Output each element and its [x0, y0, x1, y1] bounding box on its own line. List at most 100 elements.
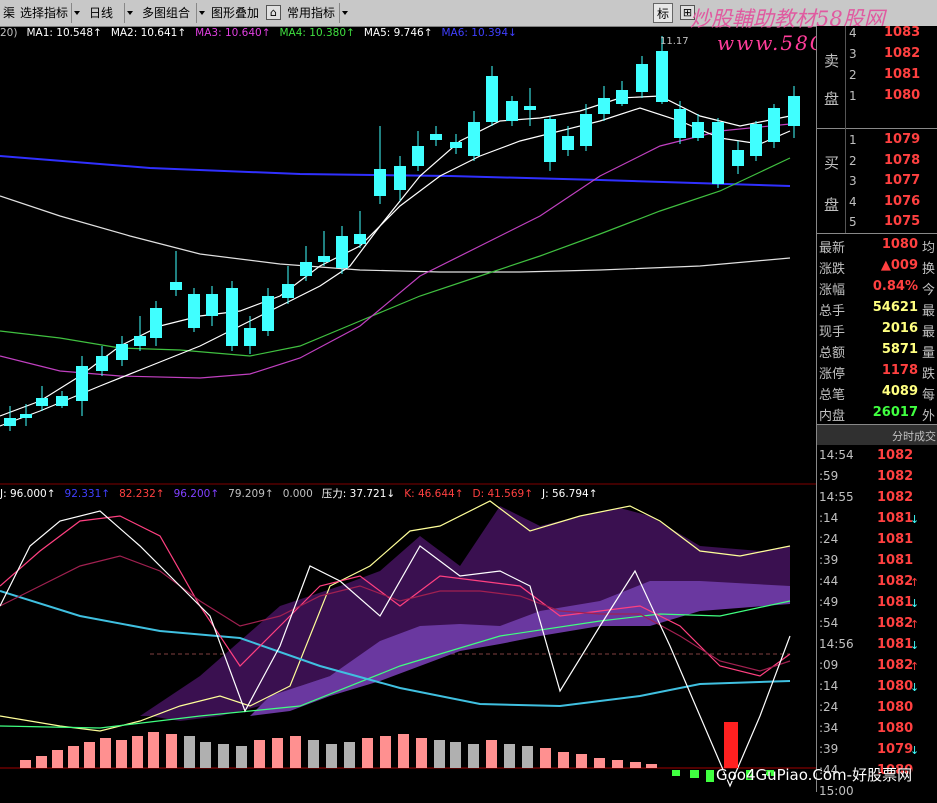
tick-row[interactable]: 15:00	[817, 782, 937, 803]
candle-body-down	[96, 356, 108, 371]
tick-row[interactable]: :44 1082 ↑	[817, 572, 937, 593]
tick-price: 1082	[877, 469, 914, 484]
ma3-line	[0, 123, 791, 379]
tick-time: 14:54	[819, 448, 854, 462]
stat-row[interactable]: 总笔 4089 每	[817, 382, 937, 403]
level-number: 3	[849, 47, 857, 61]
tick-direction: ↓	[910, 639, 920, 652]
stat-value: 2016	[881, 321, 918, 336]
ticks-header[interactable]: 分时成交	[817, 424, 937, 445]
tick-row[interactable]: :14 1081 ↓	[817, 509, 937, 530]
tick-direction: ↓	[910, 513, 920, 526]
select-indicator-button[interactable]: 选择指标	[17, 3, 71, 23]
candle-body-down	[450, 142, 462, 148]
tick-row[interactable]: 14:56 1081 ↓	[817, 635, 937, 656]
tick-row[interactable]: 14:54 1082	[817, 446, 937, 467]
tick-row[interactable]: :39 1079 ↓	[817, 740, 937, 761]
candle-body-down	[750, 124, 762, 156]
tick-time: :44	[819, 574, 839, 588]
candle-body-down	[244, 328, 256, 346]
common-indicator-button[interactable]: 常用指标	[284, 3, 338, 23]
chevron-down-icon[interactable]	[71, 3, 82, 23]
level-price: 1082	[884, 46, 921, 61]
tick-row[interactable]: :24 1081	[817, 530, 937, 551]
tick-time: :09	[819, 658, 839, 672]
tick-row[interactable]: :09 1082 ↑	[817, 656, 937, 677]
chevron-down-icon[interactable]	[196, 3, 207, 23]
tick-price: 1079	[877, 742, 914, 757]
stat-label: 内盘	[819, 409, 846, 424]
volume-bar	[380, 736, 391, 768]
candlestick-chart[interactable]: 11.17	[0, 26, 816, 792]
chevron-down-icon[interactable]	[339, 3, 350, 23]
tick-time: :49	[819, 595, 839, 609]
mark-button[interactable]: 标	[653, 3, 674, 23]
kdj-value: K: 46.644↑	[404, 488, 464, 500]
stat-value: ▲009	[880, 258, 918, 273]
stat-row[interactable]: 总额 5871 量	[817, 340, 937, 361]
tick-row[interactable]: :34 1080	[817, 719, 937, 740]
volume-bar	[362, 738, 373, 768]
chevron-down-icon[interactable]	[124, 3, 135, 23]
tick-row[interactable]: 14:55 1082	[817, 488, 937, 509]
tick-price: 1082	[877, 574, 914, 589]
daily-period-button[interactable]: 日线	[86, 3, 116, 23]
kdj-value: 82.232↑	[119, 488, 165, 500]
candle-body-down	[262, 296, 274, 331]
stat-value: 26017	[872, 405, 918, 420]
stat-row[interactable]: 涨停 1178 跌	[817, 361, 937, 382]
tick-price: 1081	[877, 511, 914, 526]
volume-bar	[468, 744, 479, 768]
stat-row[interactable]: 总手 54621 最	[817, 298, 937, 319]
candle-body-down	[788, 96, 800, 126]
volume-bar	[166, 734, 177, 768]
tick-row[interactable]: :24 1080	[817, 698, 937, 719]
stat-row[interactable]: 涨幅 0.84% 今	[817, 277, 937, 298]
tick-row[interactable]: :54 1082 ↑	[817, 614, 937, 635]
tick-time: :59	[819, 469, 839, 483]
level-price: 1083	[884, 25, 921, 40]
buy-level[interactable]: 1 1079	[817, 130, 937, 151]
stat-label: 现手	[819, 325, 846, 340]
stat-row[interactable]: 内盘 26017 外	[817, 403, 937, 424]
tick-price: 1081	[877, 595, 914, 610]
tick-time: 14:56	[819, 637, 854, 651]
stat-row[interactable]: 现手 2016 最	[817, 319, 937, 340]
stat-value: 4089	[881, 384, 918, 399]
level-number: 4	[849, 194, 857, 209]
ma1-line	[0, 95, 791, 427]
toolbar-fragment[interactable]: 渠	[0, 3, 18, 23]
sell-level[interactable]: 4 1083	[817, 23, 937, 44]
volume-bar	[630, 762, 641, 768]
buy-level[interactable]: 3 1077	[817, 171, 937, 192]
kdj-value: D: 41.569↑	[472, 488, 534, 500]
volume-bar	[20, 760, 31, 768]
stat-label: 总手	[819, 304, 846, 319]
tick-row[interactable]: :59 1082	[817, 467, 937, 488]
level-number: 2	[849, 68, 857, 82]
overlay-button[interactable]: 图形叠加	[208, 3, 262, 23]
candle-body-down	[616, 90, 628, 104]
candle-body-down	[394, 166, 406, 190]
candle-body-down	[412, 146, 424, 166]
tick-row[interactable]: :39 1081	[817, 551, 937, 572]
candle-body-down	[318, 256, 330, 262]
buy-level[interactable]: 5 1075	[817, 212, 937, 233]
volume-bar	[540, 748, 551, 768]
stat-right-label: 均	[922, 241, 936, 256]
stat-row[interactable]: 涨跌 ▲009 换	[817, 256, 937, 277]
lock-icon[interactable]: ⌂	[266, 5, 281, 20]
level-price: 1078	[884, 152, 921, 168]
candle-body-down	[636, 64, 648, 92]
level-number: 2	[849, 153, 857, 168]
tick-row[interactable]: :14 1080 ↓	[817, 677, 937, 698]
tick-row[interactable]: :49 1081 ↓	[817, 593, 937, 614]
kdj-value: J: 56.794↑	[542, 488, 598, 500]
multi-chart-button[interactable]: 多图组合	[139, 3, 193, 23]
volume-bar	[398, 734, 409, 768]
candle-body-down	[486, 76, 498, 122]
stat-row[interactable]: 最新 1080 均	[817, 235, 937, 256]
ma2-line	[0, 107, 791, 417]
level-price: 1076	[884, 193, 921, 209]
tick-direction: ↑	[910, 618, 920, 631]
